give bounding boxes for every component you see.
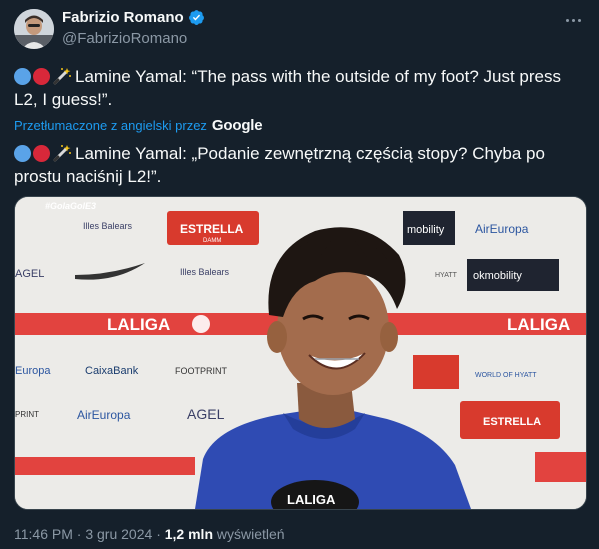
mic-laliga-label: LALIGA [287, 492, 336, 507]
tweet-media-photo[interactable]: LALIGA LALIGA #GolaGolE3 ESTRELLA DAMM I… [14, 196, 587, 510]
more-options-icon[interactable] [561, 10, 585, 30]
google-brand: Google [211, 117, 263, 134]
blue-circle-emoji-icon [14, 68, 31, 85]
print-left: PRINT [15, 410, 39, 419]
verified-badge-icon [188, 9, 205, 26]
tweet-text-translated: Lamine Yamal: „Podanie zewnętrzną części… [14, 142, 574, 188]
magic-wand-emoji-icon [53, 145, 71, 162]
aireuropa-top: AirEuropa [475, 222, 529, 236]
estrella-logo: ESTRELLA [180, 222, 244, 236]
blue-circle-emoji-icon [14, 145, 31, 162]
tweet-date[interactable]: 3 gru 2024 [85, 526, 152, 542]
agel-left: AGEL [15, 268, 44, 280]
estrella-bottom: ESTRELLA [483, 416, 541, 428]
tweet-text-line2: Lamine Yamal: „Podanie zewnętrzną części… [14, 144, 545, 186]
laliga-logo-left: LALIGA [107, 315, 170, 334]
red-circle-emoji-icon [33, 68, 50, 85]
avatar-photo-icon [14, 9, 54, 49]
author-display-name[interactable]: Fabrizio Romano [62, 9, 184, 26]
europa-left: Europa [15, 365, 51, 377]
magic-wand-emoji-icon [53, 68, 71, 85]
damm-logo: DAMM [203, 238, 221, 244]
illes-balears-top: Illes Balears [83, 221, 133, 231]
meta-separator: · [76, 526, 82, 542]
mobility-top: mobility [407, 224, 445, 236]
hyatt-mid: HYATT [435, 272, 458, 279]
author-handle[interactable]: @FabrizioRomano [62, 30, 187, 47]
tweet-text-line1: Lamine Yamal: “The pass with the outside… [14, 67, 561, 109]
tweet-meta: 11:46 PM · 3 gru 2024 · 1,2 mln wyświetl… [14, 526, 285, 542]
translated-by-link[interactable]: Przetłumaczone z angielski przez Google [14, 117, 263, 134]
tweet-text-original: Lamine Yamal: “The pass with the outside… [14, 65, 574, 111]
hashtag-overlay: #GolaGolE3 [45, 201, 96, 211]
caixabank-logo: CaixaBank [85, 365, 139, 377]
tweet-time[interactable]: 11:46 PM [14, 526, 73, 542]
world-of-hyatt-logo: WORLD OF HYATT [475, 372, 537, 379]
views-label: wyświetleń [216, 526, 285, 542]
views-count: 1,2 mln [164, 526, 213, 542]
agel-bottom: AGEL [187, 406, 225, 422]
aireuropa-bottom: AirEuropa [77, 408, 131, 422]
okmobility-logo: okmobility [473, 270, 522, 282]
tweet-card: Fabrizio Romano @FabrizioRomano Lamine Y… [0, 0, 599, 549]
author-name-row[interactable]: Fabrizio Romano [62, 9, 205, 26]
meta-separator: · [156, 526, 161, 542]
author-avatar[interactable] [14, 9, 54, 49]
translated-label: Przetłumaczone z angielski przez [14, 118, 207, 133]
red-circle-emoji-icon [33, 145, 50, 162]
footprint-logo: FOOTPRINT [175, 366, 227, 376]
laliga-logo-right: LALIGA [507, 315, 570, 334]
illes-balears-mid: Illes Balears [180, 267, 230, 277]
